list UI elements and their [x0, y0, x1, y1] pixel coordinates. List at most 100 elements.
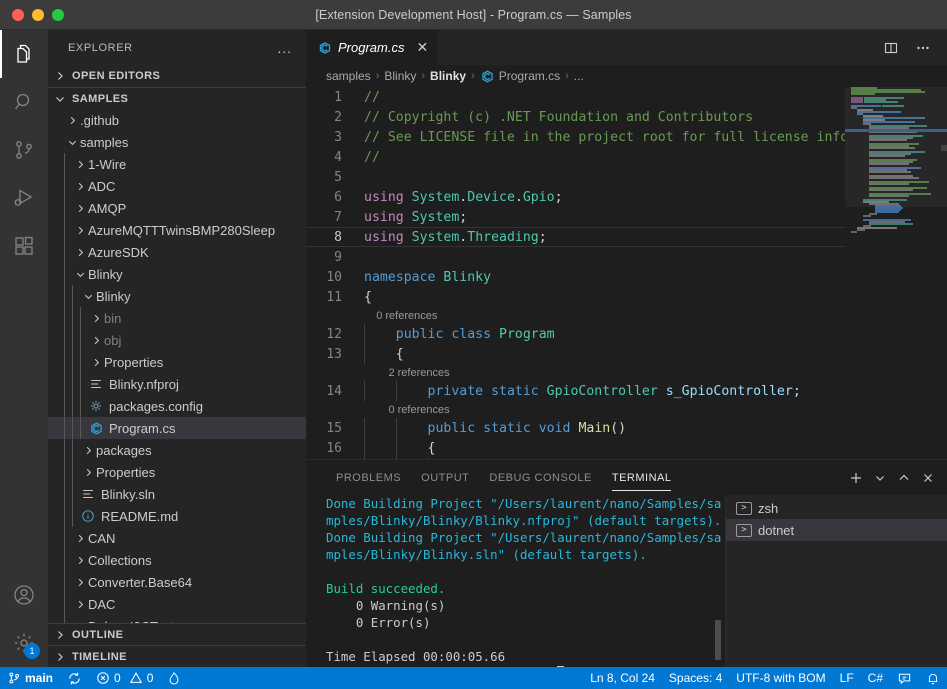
tree-folder-row[interactable]: Blinky [48, 285, 306, 307]
split-editor-icon[interactable] [877, 34, 905, 62]
code-line[interactable]: 10 namespace Blinky [306, 267, 845, 287]
code-line[interactable]: 5 [306, 167, 845, 187]
chevron-right-icon[interactable] [72, 222, 88, 238]
activity-item-extensions[interactable] [0, 222, 48, 270]
chevron-right-icon[interactable] [72, 244, 88, 260]
code-line[interactable]: 2 // Copyright (c) .NET Foundation and Co… [306, 107, 845, 127]
minimap-slider[interactable] [845, 87, 947, 207]
zoom-window-button[interactable] [52, 8, 64, 21]
tree-folder-row[interactable]: 1-Wire [48, 153, 306, 175]
chevron-right-icon[interactable] [72, 618, 88, 623]
tree-file-row[interactable]: packages.config [48, 395, 306, 417]
status-problems[interactable]: 0 0 [89, 667, 160, 689]
terminal-tabs-list[interactable]: > zsh > dotnet [725, 495, 947, 667]
code-line[interactable]: 4 // [306, 147, 845, 167]
code-line[interactable]: 15 public static void Main() [306, 418, 845, 438]
breadcrumb-item[interactable]: samples [326, 69, 371, 83]
codelens-label[interactable]: 2 references [364, 367, 449, 379]
status-feedback[interactable] [890, 667, 919, 689]
chevron-right-icon[interactable] [80, 442, 96, 458]
editor-tab-program-cs[interactable]: Program.cs ✕ [306, 30, 440, 65]
chevron-right-icon[interactable] [72, 178, 88, 194]
tree-folder-row[interactable]: ADC [48, 175, 306, 197]
terminal-output[interactable]: Done Building Project "/Users/laurent/na… [306, 495, 725, 667]
breadcrumb-item[interactable]: Program.cs [480, 69, 560, 84]
tree-folder-row[interactable]: AMQP [48, 197, 306, 219]
breadcrumb-item[interactable]: Blinky [430, 69, 466, 83]
activity-item-source-control[interactable] [0, 126, 48, 174]
activity-item-accounts[interactable] [0, 571, 48, 619]
panel-tab-terminal[interactable]: TERMINAL [602, 460, 682, 495]
status-editor-language[interactable]: C# [861, 667, 890, 689]
tree-folder-row[interactable]: .github [48, 109, 306, 131]
tree-folder-row[interactable]: Debug.I2CTest [48, 615, 306, 623]
codelens-label[interactable]: 0 references [364, 310, 437, 322]
status-remote-branch[interactable]: main [0, 667, 60, 689]
chevron-right-icon[interactable] [72, 200, 88, 216]
close-icon[interactable] [917, 467, 939, 489]
code-line[interactable]: 12 public class Program [306, 324, 845, 344]
chevron-right-icon[interactable] [88, 310, 104, 326]
code-line[interactable]: 9 [306, 247, 845, 267]
chevron-up-icon[interactable] [893, 467, 915, 489]
chevron-right-icon[interactable] [72, 552, 88, 568]
tree-file-row[interactable]: README.md [48, 505, 306, 527]
codelens[interactable]: 0 references [306, 307, 845, 324]
status-notifications[interactable] [919, 667, 947, 689]
chevron-down-icon[interactable] [64, 134, 80, 150]
code-line[interactable]: 16 { [306, 438, 845, 458]
breadcrumb-item[interactable]: Blinky [384, 69, 416, 83]
code-line[interactable]: 11 { [306, 287, 845, 307]
chevron-down-icon[interactable] [869, 467, 891, 489]
tree-folder-row[interactable]: Properties [48, 351, 306, 373]
chevron-right-icon[interactable] [72, 156, 88, 172]
status-editor-eol[interactable]: LF [833, 667, 861, 689]
activity-item-run-and-debug[interactable] [0, 174, 48, 222]
terminal-tab-dotnet[interactable]: > dotnet [726, 519, 947, 541]
minimap[interactable] [845, 87, 947, 459]
status-editor-encoding[interactable]: UTF-8 with BOM [729, 667, 832, 689]
chevron-right-icon[interactable] [88, 332, 104, 348]
tree-folder-row[interactable]: Properties [48, 461, 306, 483]
tree-folder-row[interactable]: bin [48, 307, 306, 329]
tree-folder-row[interactable]: Converter.Base64 [48, 571, 306, 593]
code-line[interactable]: 14 private static GpioController s_GpioC… [306, 381, 845, 401]
code-line[interactable]: 6 using System.Device.Gpio; [306, 187, 845, 207]
tree-folder-row[interactable]: AzureMQTTTwinsBMP280Sleep [48, 219, 306, 241]
code-line[interactable]: 8 using System.Threading; [306, 227, 845, 247]
chevron-right-icon[interactable] [72, 530, 88, 546]
status-editor-position[interactable]: Ln 8, Col 24 [583, 667, 662, 689]
chevron-down-icon[interactable] [80, 288, 96, 304]
ellipsis-icon[interactable]: ... [271, 40, 298, 56]
code-line[interactable]: 1 // [306, 87, 845, 107]
breadcrumb-item[interactable]: ... [574, 69, 584, 83]
panel-tab-problems[interactable]: PROBLEMS [326, 460, 411, 495]
close-icon[interactable]: ✕ [416, 39, 428, 56]
chevron-right-icon[interactable] [64, 112, 80, 128]
minimize-window-button[interactable] [32, 8, 44, 21]
tree-folder-row[interactable]: CAN [48, 527, 306, 549]
codelens[interactable]: 0 references [306, 401, 845, 418]
status-sync-changes[interactable] [60, 667, 89, 689]
panel-tab-debug-console[interactable]: DEBUG CONSOLE [479, 460, 601, 495]
codelens-label[interactable]: 0 references [364, 404, 449, 416]
code-line[interactable]: 17 s_GpioController = new GpioController… [306, 458, 845, 459]
chevron-right-icon[interactable] [72, 574, 88, 590]
activity-item-manage[interactable]: 1 [0, 619, 48, 667]
panel-tab-output[interactable]: OUTPUT [411, 460, 479, 495]
chevron-right-icon[interactable] [80, 464, 96, 480]
status-nanoframework[interactable] [160, 667, 188, 689]
window-controls[interactable] [0, 8, 64, 21]
plus-icon[interactable] [845, 467, 867, 489]
section-outline[interactable]: OUTLINE [48, 623, 306, 645]
section-open-editors[interactable]: OPEN EDITORS [48, 65, 306, 87]
tree-file-row[interactable]: Blinky.sln [48, 483, 306, 505]
tree-folder-row[interactable]: AzureSDK [48, 241, 306, 263]
section-samples[interactable]: SAMPLES [48, 87, 306, 109]
chevron-right-icon[interactable] [72, 596, 88, 612]
tree-folder-row[interactable]: samples [48, 131, 306, 153]
chevron-down-icon[interactable] [72, 266, 88, 282]
close-window-button[interactable] [12, 8, 24, 21]
activity-item-explorer[interactable] [0, 30, 48, 78]
codelens[interactable]: 2 references [306, 364, 845, 381]
